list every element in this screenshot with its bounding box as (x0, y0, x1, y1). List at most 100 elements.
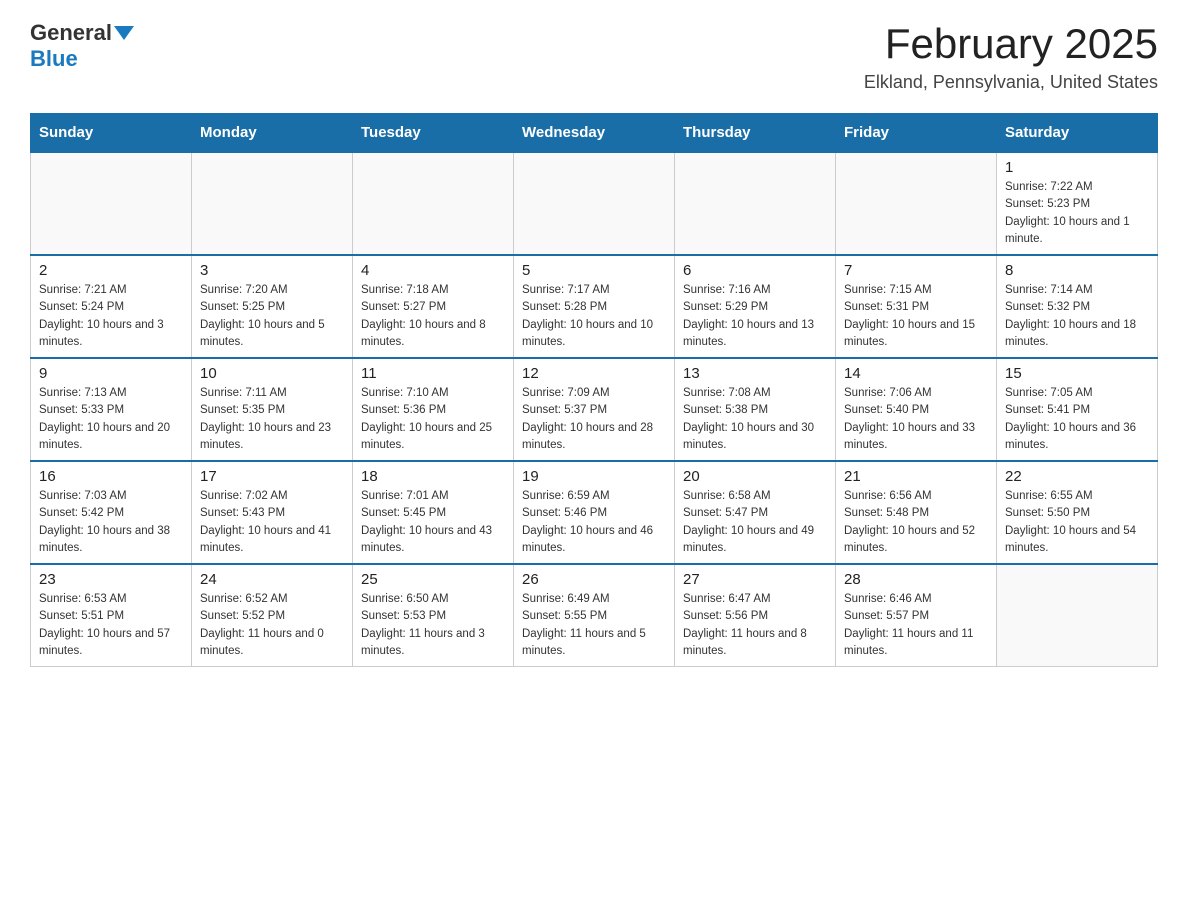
day-number: 19 (522, 468, 666, 485)
location-text: Elkland, Pennsylvania, United States (864, 72, 1158, 93)
table-row: 16 Sunrise: 7:03 AMSunset: 5:42 PMDayligh… (31, 461, 192, 564)
table-row: 20 Sunrise: 6:58 AMSunset: 5:47 PMDayligh… (675, 461, 836, 564)
day-detail: Sunrise: 6:52 AMSunset: 5:52 PMDaylight:… (200, 591, 344, 660)
day-detail: Sunrise: 7:17 AMSunset: 5:28 PMDaylight:… (522, 282, 666, 351)
logo-blue-text: Blue (30, 46, 78, 72)
table-row: 23 Sunrise: 6:53 AMSunset: 5:51 PMDayligh… (31, 564, 192, 667)
day-number: 8 (1005, 262, 1149, 279)
day-detail: Sunrise: 6:49 AMSunset: 5:55 PMDaylight:… (522, 591, 666, 660)
day-number: 5 (522, 262, 666, 279)
table-row: 13 Sunrise: 7:08 AMSunset: 5:38 PMDayligh… (675, 358, 836, 461)
day-detail: Sunrise: 6:58 AMSunset: 5:47 PMDaylight:… (683, 488, 827, 557)
day-detail: Sunrise: 6:59 AMSunset: 5:46 PMDaylight:… (522, 488, 666, 557)
table-row: 7 Sunrise: 7:15 AMSunset: 5:31 PMDaylight… (836, 255, 997, 358)
logo: General Blue (30, 20, 134, 72)
day-detail: Sunrise: 7:01 AMSunset: 5:45 PMDaylight:… (361, 488, 505, 557)
day-number: 1 (1005, 159, 1149, 176)
table-row: 22 Sunrise: 6:55 AMSunset: 5:50 PMDayligh… (997, 461, 1158, 564)
title-section: February 2025 Elkland, Pennsylvania, Uni… (864, 20, 1158, 93)
table-row: 27Sunrise: 6:47 AMSunset: 5:56 PMDayligh… (675, 564, 836, 667)
logo-triangle-icon (114, 26, 134, 40)
table-row: 17Sunrise: 7:02 AMSunset: 5:43 PMDayligh… (192, 461, 353, 564)
calendar-header: Sunday Monday Tuesday Wednesday Thursday… (31, 114, 1158, 153)
table-row (836, 152, 997, 255)
day-number: 6 (683, 262, 827, 279)
day-number: 11 (361, 365, 505, 382)
day-detail: Sunrise: 7:08 AMSunset: 5:38 PMDaylight:… (683, 385, 827, 454)
table-row: 4 Sunrise: 7:18 AMSunset: 5:27 PMDaylight… (353, 255, 514, 358)
table-row: 14 Sunrise: 7:06 AMSunset: 5:40 PMDayligh… (836, 358, 997, 461)
col-friday: Friday (836, 114, 997, 153)
day-number: 2 (39, 262, 183, 279)
day-number: 20 (683, 468, 827, 485)
day-detail: Sunrise: 7:20 AMSunset: 5:25 PMDaylight:… (200, 282, 344, 351)
month-title: February 2025 (864, 20, 1158, 68)
day-number: 9 (39, 365, 183, 382)
logo-general-text: General (30, 20, 112, 46)
col-sunday: Sunday (31, 114, 192, 153)
table-row: 28 Sunrise: 6:46 AMSunset: 5:57 PMDayligh… (836, 564, 997, 667)
table-row: 9 Sunrise: 7:13 AMSunset: 5:33 PMDaylight… (31, 358, 192, 461)
page-header: General Blue February 2025 Elkland, Penn… (30, 20, 1158, 93)
day-number: 22 (1005, 468, 1149, 485)
col-wednesday: Wednesday (514, 114, 675, 153)
table-row: 2Sunrise: 7:21 AMSunset: 5:24 PMDaylight… (31, 255, 192, 358)
day-number: 12 (522, 365, 666, 382)
day-detail: Sunrise: 7:18 AMSunset: 5:27 PMDaylight:… (361, 282, 505, 351)
day-number: 16 (39, 468, 183, 485)
col-monday: Monday (192, 114, 353, 153)
day-number: 7 (844, 262, 988, 279)
day-detail: Sunrise: 7:10 AMSunset: 5:36 PMDaylight:… (361, 385, 505, 454)
day-detail: Sunrise: 6:46 AMSunset: 5:57 PMDaylight:… (844, 591, 988, 660)
day-detail: Sunrise: 7:09 AMSunset: 5:37 PMDaylight:… (522, 385, 666, 454)
table-row: 5 Sunrise: 7:17 AMSunset: 5:28 PMDaylight… (514, 255, 675, 358)
day-number: 3 (200, 262, 344, 279)
day-number: 28 (844, 571, 988, 588)
day-detail: Sunrise: 7:14 AMSunset: 5:32 PMDaylight:… (1005, 282, 1149, 351)
day-detail: Sunrise: 7:15 AMSunset: 5:31 PMDaylight:… (844, 282, 988, 351)
day-number: 14 (844, 365, 988, 382)
table-row (353, 152, 514, 255)
day-number: 18 (361, 468, 505, 485)
table-row: 21 Sunrise: 6:56 AMSunset: 5:48 PMDayligh… (836, 461, 997, 564)
col-saturday: Saturday (997, 114, 1158, 153)
table-row: 10 Sunrise: 7:11 AMSunset: 5:35 PMDayligh… (192, 358, 353, 461)
table-row (675, 152, 836, 255)
col-tuesday: Tuesday (353, 114, 514, 153)
day-detail: Sunrise: 6:47 AMSunset: 5:56 PMDaylight:… (683, 591, 827, 660)
day-detail: Sunrise: 6:50 AMSunset: 5:53 PMDaylight:… (361, 591, 505, 660)
table-row: 24 Sunrise: 6:52 AMSunset: 5:52 PMDayligh… (192, 564, 353, 667)
day-number: 13 (683, 365, 827, 382)
table-row (514, 152, 675, 255)
day-number: 26 (522, 571, 666, 588)
day-detail: Sunrise: 7:02 AMSunset: 5:43 PMDaylight:… (200, 488, 344, 557)
day-detail: Sunrise: 7:11 AMSunset: 5:35 PMDaylight:… (200, 385, 344, 454)
day-detail: Sunrise: 7:22 AMSunset: 5:23 PMDaylight:… (1005, 179, 1149, 248)
day-detail: Sunrise: 7:13 AMSunset: 5:33 PMDaylight:… (39, 385, 183, 454)
table-row: 8 Sunrise: 7:14 AMSunset: 5:32 PMDaylight… (997, 255, 1158, 358)
day-detail: Sunrise: 6:53 AMSunset: 5:51 PMDaylight:… (39, 591, 183, 660)
table-row: 11 Sunrise: 7:10 AMSunset: 5:36 PMDayligh… (353, 358, 514, 461)
table-row: 25Sunrise: 6:50 AMSunset: 5:53 PMDayligh… (353, 564, 514, 667)
col-thursday: Thursday (675, 114, 836, 153)
table-row: 6Sunrise: 7:16 AMSunset: 5:29 PMDaylight… (675, 255, 836, 358)
day-detail: Sunrise: 6:55 AMSunset: 5:50 PMDaylight:… (1005, 488, 1149, 557)
calendar-body: 1 Sunrise: 7:22 AMSunset: 5:23 PMDaylight… (31, 152, 1158, 667)
table-row: 19 Sunrise: 6:59 AMSunset: 5:46 PMDayligh… (514, 461, 675, 564)
day-detail: Sunrise: 6:56 AMSunset: 5:48 PMDaylight:… (844, 488, 988, 557)
day-number: 10 (200, 365, 344, 382)
day-number: 15 (1005, 365, 1149, 382)
day-number: 4 (361, 262, 505, 279)
day-number: 21 (844, 468, 988, 485)
table-row (997, 564, 1158, 667)
table-row: 15Sunrise: 7:05 AMSunset: 5:41 PMDayligh… (997, 358, 1158, 461)
table-row: 12 Sunrise: 7:09 AMSunset: 5:37 PMDayligh… (514, 358, 675, 461)
day-detail: Sunrise: 7:06 AMSunset: 5:40 PMDaylight:… (844, 385, 988, 454)
calendar-table: Sunday Monday Tuesday Wednesday Thursday… (30, 113, 1158, 667)
day-number: 23 (39, 571, 183, 588)
day-number: 24 (200, 571, 344, 588)
table-row: 1 Sunrise: 7:22 AMSunset: 5:23 PMDaylight… (997, 152, 1158, 255)
day-detail: Sunrise: 7:03 AMSunset: 5:42 PMDaylight:… (39, 488, 183, 557)
table-row: 26 Sunrise: 6:49 AMSunset: 5:55 PMDayligh… (514, 564, 675, 667)
table-row: 18 Sunrise: 7:01 AMSunset: 5:45 PMDayligh… (353, 461, 514, 564)
